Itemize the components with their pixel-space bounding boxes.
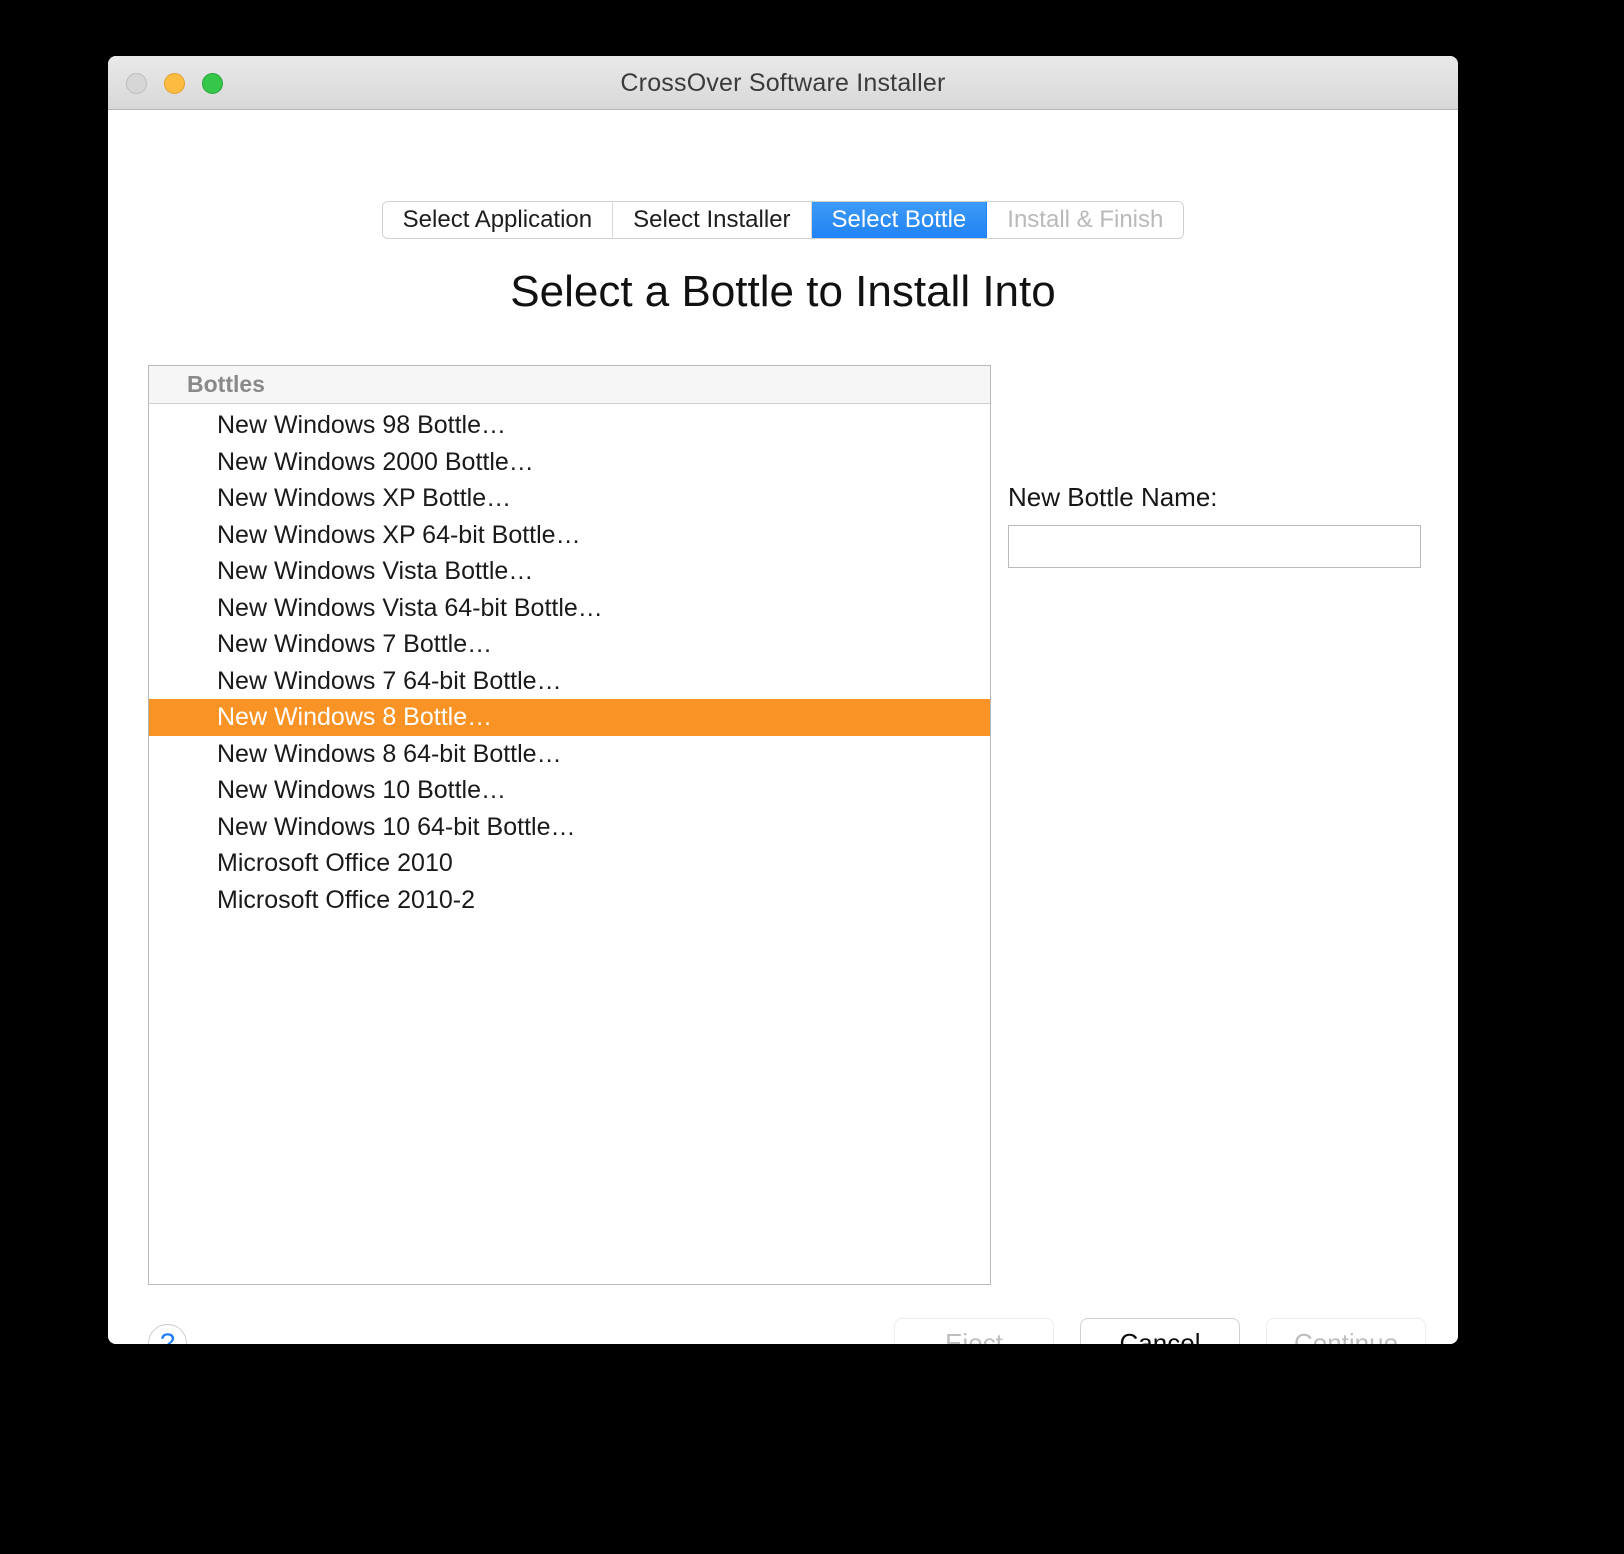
bottles-list[interactable]: New Windows 98 Bottle…New Windows 2000 B… [149, 404, 990, 918]
list-item[interactable]: New Windows Vista 64-bit Bottle… [149, 590, 990, 627]
list-item[interactable]: New Windows 2000 Bottle… [149, 444, 990, 481]
tab-select-bottle[interactable]: Select Bottle [812, 202, 988, 238]
new-bottle-name-label: New Bottle Name: [1008, 482, 1421, 513]
window-titlebar: CrossOver Software Installer [108, 56, 1458, 110]
eject-button: Eject [894, 1318, 1054, 1344]
help-icon[interactable]: ? [148, 1324, 187, 1344]
tab-select-application[interactable]: Select Application [383, 202, 613, 238]
list-item[interactable]: New Windows 10 64-bit Bottle… [149, 809, 990, 846]
bottles-list-panel: Bottles New Windows 98 Bottle…New Window… [148, 365, 991, 1285]
list-item[interactable]: New Windows XP Bottle… [149, 480, 990, 517]
list-item[interactable]: New Windows 7 Bottle… [149, 626, 990, 663]
page-title: Select a Bottle to Install Into [108, 267, 1458, 317]
list-item[interactable]: New Windows 8 64-bit Bottle… [149, 736, 990, 773]
installer-window: CrossOver Software Installer Select Appl… [108, 56, 1458, 1344]
list-item[interactable]: New Windows 10 Bottle… [149, 772, 990, 809]
tab-select-installer[interactable]: Select Installer [613, 202, 811, 238]
cancel-button[interactable]: Cancel [1080, 1318, 1240, 1344]
list-item[interactable]: New Windows 8 Bottle… [149, 699, 990, 736]
list-item[interactable]: New Windows 7 64-bit Bottle… [149, 663, 990, 700]
window-title: CrossOver Software Installer [108, 56, 1458, 110]
new-bottle-name-input[interactable] [1008, 525, 1421, 568]
continue-button: Continue [1266, 1318, 1426, 1344]
bottles-column-header: Bottles [149, 366, 990, 404]
list-item[interactable]: Microsoft Office 2010-2 [149, 882, 990, 919]
list-item[interactable]: Microsoft Office 2010 [149, 845, 990, 882]
list-item[interactable]: New Windows 98 Bottle… [149, 407, 990, 444]
list-item[interactable]: New Windows Vista Bottle… [149, 553, 990, 590]
tab-install-and-finish: Install & Finish [987, 202, 1183, 238]
wizard-step-tabs: Select Application Select Installer Sele… [108, 201, 1458, 239]
new-bottle-panel: New Bottle Name: [1008, 482, 1421, 568]
footer-button-group: Eject Cancel Continue [894, 1318, 1426, 1344]
list-item[interactable]: New Windows XP 64-bit Bottle… [149, 517, 990, 554]
window-body: Select Application Select Installer Sele… [108, 110, 1458, 1344]
